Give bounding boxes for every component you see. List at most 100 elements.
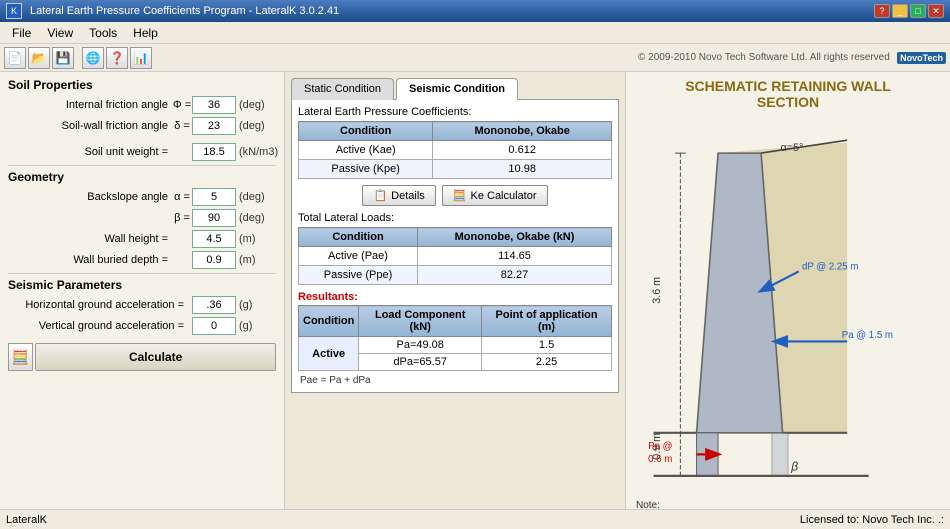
beta-unit: (deg) [236, 212, 276, 224]
novotech-logo: NovoTech [897, 52, 946, 64]
toolbar-save[interactable]: 💾 [52, 47, 74, 69]
horizontal-accel-input[interactable] [192, 296, 236, 314]
horizontal-accel-unit: (g) [236, 299, 276, 311]
ke-calc-label: Ke Calculator [470, 190, 536, 202]
internal-friction-row: Internal friction angle Φ = (deg) [8, 96, 276, 114]
svg-text:dP @ 2.25 m: dP @ 2.25 m [802, 261, 858, 272]
toolbar: 📄 📂 💾 🌐 ❓ 📊 © 2009-2010 Novo Tech Softwa… [0, 44, 950, 72]
close-button[interactable]: ✕ [928, 4, 944, 18]
beta-input[interactable] [192, 209, 236, 227]
menu-view[interactable]: View [39, 24, 81, 42]
toolbar-globe[interactable]: 🌐 [82, 47, 104, 69]
schematic-title-line2: SECTION [632, 94, 944, 110]
vertical-accel-unit: (g) [236, 320, 276, 332]
footer-note: Pae = Pa + dPa [298, 375, 612, 386]
toolbar-info[interactable]: 📊 [130, 47, 152, 69]
minimize-button[interactable]: _ [892, 4, 908, 18]
active-resultant-label: Active [299, 337, 359, 371]
active-pae-label: Active (Pae) [299, 247, 418, 266]
details-label: Details [391, 190, 425, 202]
pressure-col-mononobe: Mononobe, Okabe [433, 122, 612, 141]
calculate-button[interactable]: Calculate [35, 343, 276, 371]
table-row: Active (Pae) 114.65 [299, 247, 612, 266]
seismic-tab-content: Lateral Earth Pressure Coefficients: Con… [291, 99, 619, 393]
tab-static[interactable]: Static Condition [291, 78, 394, 100]
menu-bar: File View Tools Help [0, 22, 950, 44]
table-row: Active (Kae) 0.612 [299, 141, 612, 160]
passive-kpe-value: 10.98 [433, 160, 612, 179]
active-kae-value: 0.612 [433, 141, 612, 160]
geometry-title: Geometry [8, 170, 276, 184]
svg-text:Pp @: Pp @ [648, 441, 672, 452]
wall-height-row: Wall height = (m) [8, 230, 276, 248]
pa-value: Pa=49.08 [359, 337, 482, 354]
toolbar-open[interactable]: 📂 [28, 47, 50, 69]
wall-buried-label: Wall buried depth = [8, 254, 172, 266]
resultants-title: Resultants: [298, 291, 612, 303]
pressure-col-condition: Condition [299, 122, 433, 141]
delta-symbol: δ = [172, 120, 192, 132]
active-pae-value: 114.65 [418, 247, 612, 266]
table-row: Passive (Ppe) 82.27 [299, 266, 612, 285]
wall-buried-input[interactable] [192, 251, 236, 269]
alpha-symbol: α = [172, 191, 192, 203]
app-icon: K [6, 3, 22, 19]
menu-file[interactable]: File [4, 24, 39, 42]
res-col-load: Load Component (kN) [359, 306, 482, 337]
svg-text:β: β [790, 460, 798, 474]
soil-unit-weight-input[interactable] [192, 143, 236, 161]
wall-height-input[interactable] [192, 230, 236, 248]
vertical-accel-input[interactable] [192, 317, 236, 335]
seismic-params-title: Seismic Parameters [8, 278, 276, 292]
title-bar-controls: ? _ □ ✕ [874, 4, 944, 18]
soil-unit-weight-unit: (kN/m3) [236, 146, 276, 158]
copyright-text: © 2009-2010 Novo Tech Software Ltd. All … [638, 52, 890, 63]
details-icon: 📋 [373, 189, 387, 202]
internal-friction-label: Internal friction angle [8, 99, 172, 111]
pressure-coefficients-title: Lateral Earth Pressure Coefficients: [298, 106, 612, 118]
dpa-value: dPa=65.57 [359, 354, 482, 371]
table-row: Active Pa=49.08 1.5 [299, 337, 612, 354]
wall-height-unit: (m) [236, 233, 276, 245]
title-bar: K Lateral Earth Pressure Coefficients Pr… [0, 0, 950, 22]
menu-help[interactable]: Help [125, 24, 166, 42]
toolbar-help[interactable]: ❓ [106, 47, 128, 69]
right-panel: SCHEMATIC RETAINING WALL SECTION α=5° [625, 72, 950, 515]
svg-text:3.6 m: 3.6 m [651, 277, 663, 304]
soil-wall-unit: (deg) [236, 120, 276, 132]
schematic-diagram: α=5° 3.6 m 0.9 m dP @ 2.25 m Pa @ 1.5 m … [632, 114, 944, 515]
licensed-to: Licensed to: Novo Tech Inc. .: [800, 514, 944, 526]
passive-kpe-label: Passive (Kpe) [299, 160, 433, 179]
window-title: Lateral Earth Pressure Coefficients Prog… [30, 5, 339, 17]
center-panel: Static Condition Seismic Condition Later… [285, 72, 625, 515]
soil-unit-weight-label: Soil unit weight = [8, 146, 172, 158]
wall-buried-unit: (m) [236, 254, 276, 266]
resultants-table: Condition Load Component (kN) Point of a… [298, 305, 612, 371]
tab-bar: Static Condition Seismic Condition [291, 78, 619, 100]
left-panel: Soil Properties Internal friction angle … [0, 72, 285, 515]
res-col-point: Point of application (m) [482, 306, 612, 337]
tab-seismic[interactable]: Seismic Condition [396, 78, 518, 100]
ke-calculator-button[interactable]: 🧮 Ke Calculator [442, 185, 548, 206]
active-kae-label: Active (Kae) [299, 141, 433, 160]
menu-tools[interactable]: Tools [81, 24, 125, 42]
soil-properties-title: Soil Properties [8, 78, 276, 92]
calc-icon[interactable]: 🧮 [8, 343, 33, 371]
maximize-button[interactable]: □ [910, 4, 926, 18]
pressure-table: Condition Mononobe, Okabe Active (Kae) 0… [298, 121, 612, 179]
help-button[interactable]: ? [874, 4, 890, 18]
beta-symbol-label: β = [172, 212, 192, 224]
pa-point: 1.5 [482, 337, 612, 354]
backslope-input[interactable] [192, 188, 236, 206]
internal-friction-input[interactable] [192, 96, 236, 114]
passive-ppe-value: 82.27 [418, 266, 612, 285]
details-button[interactable]: 📋 Details [362, 185, 435, 206]
backslope-unit: (deg) [236, 191, 276, 203]
status-bar: LateralK Licensed to: Novo Tech Inc. .: [0, 509, 950, 529]
horizontal-accel-label: Horizontal ground acceleration = [8, 299, 188, 311]
svg-text:0.6 m: 0.6 m [648, 454, 672, 465]
loads-table: Condition Mononobe, Okabe (kN) Active (P… [298, 227, 612, 285]
toolbar-new[interactable]: 📄 [4, 47, 26, 69]
soil-wall-input[interactable] [192, 117, 236, 135]
internal-friction-unit: (deg) [236, 99, 276, 111]
